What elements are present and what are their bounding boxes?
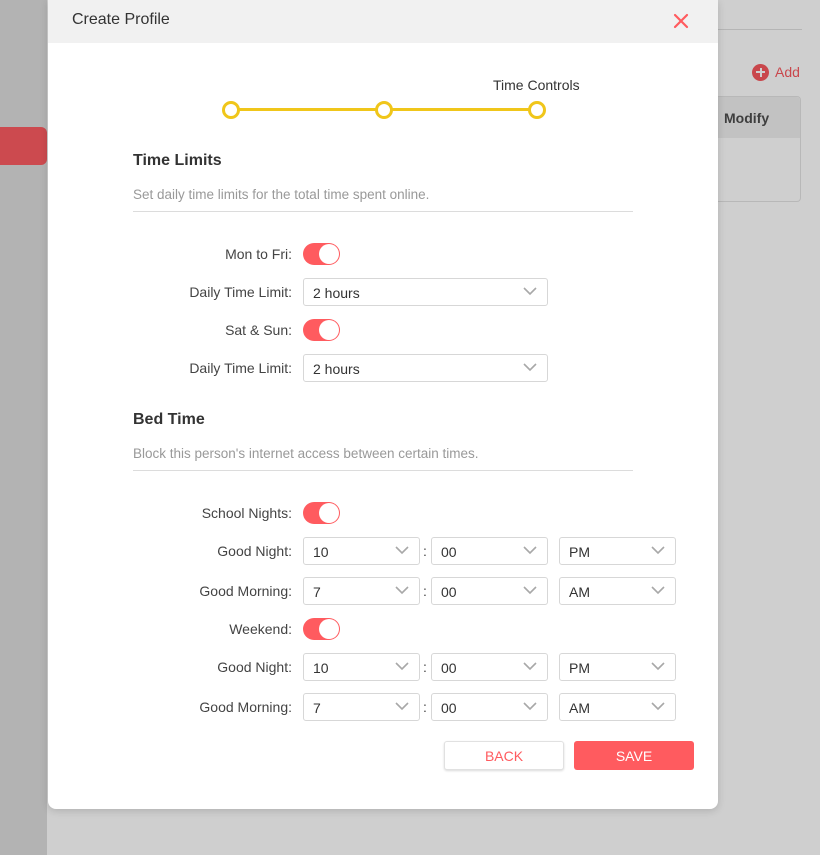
school-good-night-label: Good Night: — [217, 543, 292, 559]
select-value: 2 hours — [313, 361, 360, 377]
chevron-down-icon — [523, 287, 537, 296]
time-separator: : — [423, 543, 427, 559]
mon-fri-daily-limit-select[interactable]: 2 hours — [303, 278, 548, 306]
chevron-down-icon — [395, 702, 409, 711]
chevron-down-icon — [651, 546, 665, 555]
step-label-time-controls: Time Controls — [493, 77, 580, 93]
time-separator: : — [423, 583, 427, 599]
select-value: 00 — [441, 544, 457, 560]
select-value: 00 — [441, 700, 457, 716]
chevron-down-icon — [395, 546, 409, 555]
chevron-down-icon — [395, 662, 409, 671]
modal-header: Create Profile — [48, 0, 718, 43]
toggle-knob — [319, 503, 339, 523]
weekend-good-morning-hour-select[interactable]: 7 — [303, 693, 420, 721]
chevron-down-icon — [523, 702, 537, 711]
weekend-label: Weekend: — [229, 621, 292, 637]
select-value: 10 — [313, 660, 329, 676]
chevron-down-icon — [523, 662, 537, 671]
background-divider — [718, 29, 802, 30]
time-separator: : — [423, 659, 427, 675]
time-limits-title: Time Limits — [133, 152, 222, 169]
background-table: Modify — [718, 96, 801, 202]
bed-time-divider — [133, 470, 633, 471]
step-dot-2 — [375, 101, 393, 119]
select-value: AM — [569, 700, 590, 716]
add-label: Add — [775, 64, 800, 80]
step-dot-3 — [528, 101, 546, 119]
add-plus-icon — [752, 63, 769, 81]
step-dot-1 — [222, 101, 240, 119]
school-good-night-minute-select[interactable]: 00 — [431, 537, 548, 565]
select-value: 00 — [441, 584, 457, 600]
chevron-down-icon — [651, 702, 665, 711]
sat-sun-daily-limit-label: Daily Time Limit: — [189, 360, 292, 376]
school-good-morning-hour-select[interactable]: 7 — [303, 577, 420, 605]
mon-fri-toggle[interactable] — [303, 243, 340, 265]
weekend-good-night-minute-select[interactable]: 00 — [431, 653, 548, 681]
chevron-down-icon — [651, 586, 665, 595]
school-good-morning-ampm-select[interactable]: AM — [559, 577, 676, 605]
school-nights-toggle[interactable] — [303, 502, 340, 524]
school-good-morning-minute-select[interactable]: 00 — [431, 577, 548, 605]
select-value: 7 — [313, 584, 321, 600]
school-good-night-hour-select[interactable]: 10 — [303, 537, 420, 565]
time-limits-description: Set daily time limits for the total time… — [133, 187, 430, 202]
select-value: 00 — [441, 660, 457, 676]
back-button[interactable]: BACK — [444, 741, 564, 770]
select-value: 2 hours — [313, 285, 360, 301]
chevron-down-icon — [523, 586, 537, 595]
bed-time-description: Block this person's internet access betw… — [133, 446, 479, 461]
select-value: PM — [569, 660, 590, 676]
background-table-header: Modify — [718, 97, 800, 138]
save-button[interactable]: SAVE — [574, 741, 694, 770]
time-limits-divider — [133, 211, 633, 212]
toggle-knob — [319, 320, 339, 340]
weekend-good-morning-ampm-select[interactable]: AM — [559, 693, 676, 721]
bed-time-title: Bed Time — [133, 411, 205, 428]
weekend-toggle[interactable] — [303, 618, 340, 640]
background-active-nav-item — [0, 127, 47, 165]
school-good-morning-label: Good Morning: — [199, 583, 292, 599]
toggle-knob — [319, 244, 339, 264]
chevron-down-icon — [523, 363, 537, 372]
mon-fri-label: Mon to Fri: — [225, 246, 292, 262]
weekend-good-night-label: Good Night: — [217, 659, 292, 675]
sat-sun-label: Sat & Sun: — [225, 322, 292, 338]
create-profile-modal: Create Profile Time Controls Time Limits… — [48, 0, 718, 809]
chevron-down-icon — [395, 586, 409, 595]
select-value: PM — [569, 544, 590, 560]
time-separator: : — [423, 699, 427, 715]
close-icon[interactable] — [672, 12, 690, 30]
mon-fri-daily-limit-label: Daily Time Limit: — [189, 284, 292, 300]
select-value: AM — [569, 584, 590, 600]
chevron-down-icon — [651, 662, 665, 671]
sat-sun-daily-limit-select[interactable]: 2 hours — [303, 354, 548, 382]
school-good-night-ampm-select[interactable]: PM — [559, 537, 676, 565]
weekend-good-morning-minute-select[interactable]: 00 — [431, 693, 548, 721]
toggle-knob — [319, 619, 339, 639]
sat-sun-toggle[interactable] — [303, 319, 340, 341]
background-add-button: Add — [752, 63, 800, 81]
school-nights-label: School Nights: — [201, 505, 292, 521]
weekend-good-night-ampm-select[interactable]: PM — [559, 653, 676, 681]
chevron-down-icon — [523, 546, 537, 555]
weekend-good-night-hour-select[interactable]: 10 — [303, 653, 420, 681]
select-value: 10 — [313, 544, 329, 560]
select-value: 7 — [313, 700, 321, 716]
weekend-good-morning-label: Good Morning: — [199, 699, 292, 715]
modal-title: Create Profile — [72, 11, 170, 28]
